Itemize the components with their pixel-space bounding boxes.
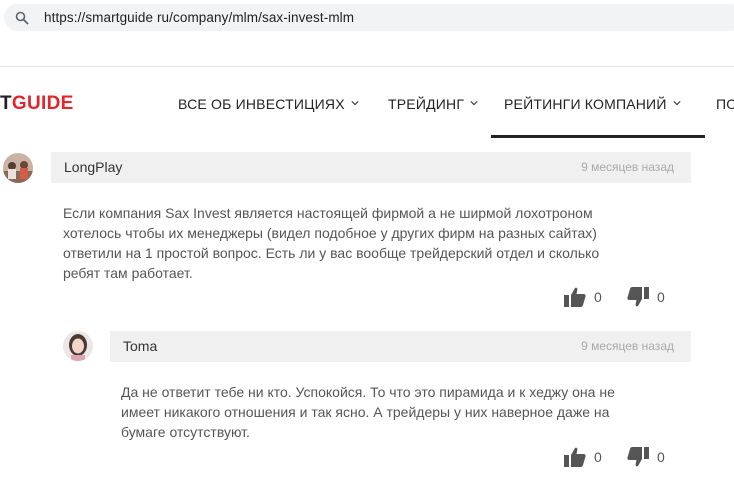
- url-field[interactable]: https://smartguide ru/company/mlm/sax-in…: [4, 4, 734, 31]
- comment-line: бумаге отсутствуют.: [121, 424, 250, 440]
- comment-line: ответили на 1 простой вопрос. Есть ли у …: [63, 245, 600, 261]
- comment-text: Если компания Sax Invest является настоя…: [63, 203, 599, 283]
- chevron-down-icon: [672, 101, 681, 106]
- nav-item-ratings[interactable]: РЕЙТИНГИ КОМПАНИЙ: [504, 94, 681, 114]
- comment-author[interactable]: LongPlay: [64, 159, 122, 175]
- comment-date: 9 месяцев назад: [581, 160, 674, 174]
- chevron-down-icon: [351, 101, 359, 106]
- divider: [0, 66, 734, 67]
- nav-item-trading[interactable]: ТРЕЙДИНГ: [388, 94, 478, 114]
- thumbs-up-icon: [564, 447, 586, 467]
- like-button[interactable]: 0: [564, 287, 608, 307]
- like-button[interactable]: 0: [564, 447, 608, 467]
- logo-dark-text: T: [0, 93, 12, 114]
- nav-item-investments[interactable]: ВСЕ ОБ ИНВЕСТИЦИЯХ: [178, 94, 359, 114]
- nav-active-indicator: [491, 135, 705, 138]
- user-photo-icon: [3, 153, 33, 183]
- address-bar: https://smartguide ru/company/mlm/sax-in…: [0, 0, 734, 36]
- url-text: https://smartguide ru/company/mlm/sax-in…: [44, 10, 355, 25]
- thumbs-down-icon: [627, 287, 649, 307]
- comment-header: LongPlay 9 месяцев назад: [51, 152, 691, 183]
- thumbs-up-icon: [564, 287, 586, 307]
- like-count: 0: [594, 449, 602, 465]
- comment-line: Если компания Sax Invest является настоя…: [63, 205, 593, 221]
- thumbs-down-icon: [627, 447, 649, 467]
- logo-red-text: GUIDE: [11, 93, 74, 114]
- user-photo-icon: [63, 331, 93, 361]
- avatar[interactable]: [3, 153, 33, 183]
- comment-text: Да не ответит тебе ни кто. Успокойся. То…: [121, 382, 615, 442]
- like-count: 0: [594, 289, 602, 305]
- dislike-count: 0: [657, 289, 665, 305]
- dislike-button[interactable]: 0: [627, 447, 671, 467]
- comment-header: Toma 9 месяцев назад: [110, 331, 691, 362]
- nav-item-label: ВСЕ ОБ ИНВЕСТИЦИЯХ: [178, 96, 345, 112]
- comment-line: хотелось чтобы их менеджеры (видел подоб…: [63, 225, 597, 241]
- dislike-button[interactable]: 0: [627, 287, 671, 307]
- dislike-count: 0: [657, 449, 665, 465]
- comment-line: имеет никакого отношения и так ясно. А т…: [121, 404, 610, 420]
- chevron-down-icon: [470, 101, 478, 106]
- nav-item-label: ТРЕЙДИНГ: [388, 96, 465, 112]
- avatar[interactable]: [63, 331, 93, 361]
- site-logo[interactable]: TGUIDE: [0, 94, 74, 114]
- comment-line: Да не ответит тебе ни кто. Успокойся. То…: [121, 384, 615, 400]
- comment-date: 9 месяцев назад: [581, 339, 674, 353]
- nav-item-more[interactable]: ПО: [716, 94, 734, 114]
- search-icon: [15, 11, 29, 25]
- comment-line: ребят там работает.: [63, 265, 193, 281]
- nav-item-label: ПО: [716, 96, 734, 112]
- comment-author[interactable]: Toma: [123, 338, 157, 354]
- nav-item-label: РЕЙТИНГИ КОМПАНИЙ: [504, 96, 667, 112]
